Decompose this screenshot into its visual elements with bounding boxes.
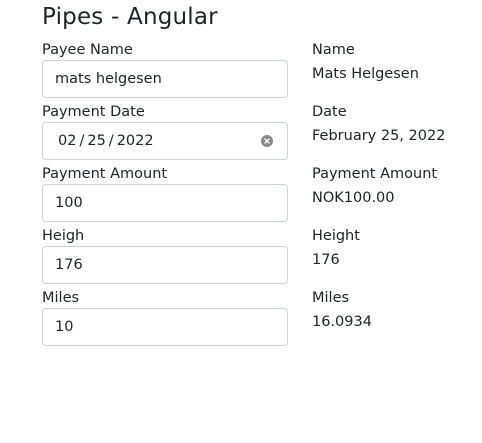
height-input[interactable] — [42, 246, 288, 284]
output-height-label: Height — [312, 228, 360, 244]
page-title: Pipes - Angular — [42, 4, 218, 30]
output-name-value: Mats Helgesen — [312, 66, 419, 82]
output-miles-label: Miles — [312, 290, 350, 306]
output-miles-value: 16.0934 — [312, 314, 372, 330]
payment-date-label: Payment Date — [42, 104, 145, 120]
date-month-segment[interactable]: 02 — [58, 133, 76, 149]
date-year-segment[interactable]: 2022 — [117, 133, 154, 149]
payment-amount-label: Payment Amount — [42, 166, 168, 182]
output-date-label: Date — [312, 104, 347, 120]
miles-label: Miles — [42, 290, 80, 306]
clear-icon[interactable] — [261, 135, 273, 147]
miles-field-group: Miles — [42, 289, 288, 346]
payee-name-label: Payee Name — [42, 42, 133, 58]
date-separator: / — [79, 133, 85, 149]
output-amount-label: Payment Amount — [312, 166, 438, 182]
date-day-segment[interactable]: 25 — [87, 133, 105, 149]
height-field-group: Heigh — [42, 227, 288, 284]
output-miles-group: Miles 16.0934 — [312, 289, 477, 331]
payment-date-input[interactable]: 02 / 25 / 2022 — [42, 122, 288, 160]
output-height-group: Height 176 — [312, 227, 477, 269]
output-name-label: Name — [312, 42, 355, 58]
output-name-group: Name Mats Helgesen — [312, 41, 477, 83]
date-separator: / — [108, 133, 114, 149]
payee-name-field-group: Payee Name — [42, 41, 288, 98]
height-label: Heigh — [42, 228, 85, 244]
output-amount-value: NOK100.00 — [312, 190, 395, 206]
miles-input[interactable] — [42, 308, 288, 346]
payment-amount-field-group: Payment Amount — [42, 165, 288, 222]
output-date-group: Date February 25, 2022 — [312, 103, 477, 145]
page: Pipes - Angular Payee Name Payment Date … — [0, 0, 482, 443]
payment-amount-input[interactable] — [42, 184, 288, 222]
output-date-value: February 25, 2022 — [312, 128, 446, 144]
payment-date-field-group: Payment Date 02 / 25 / 2022 — [42, 103, 288, 160]
output-amount-group: Payment Amount NOK100.00 — [312, 165, 477, 207]
payee-name-input[interactable] — [42, 60, 288, 98]
output-height-value: 176 — [312, 252, 340, 268]
